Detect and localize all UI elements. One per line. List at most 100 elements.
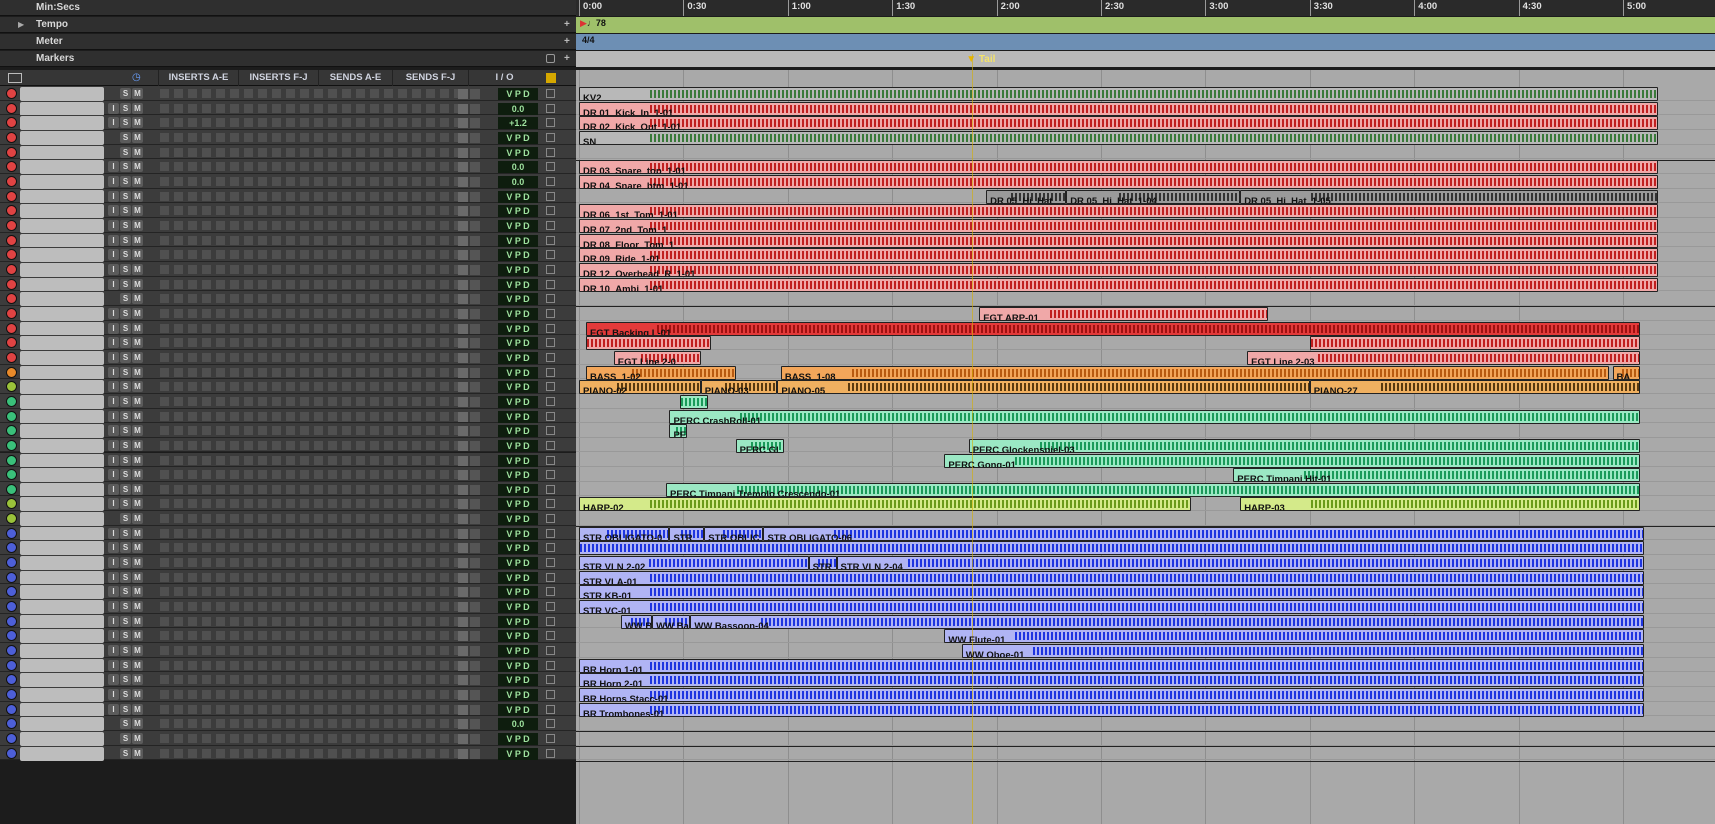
mute-button[interactable]: M xyxy=(132,293,143,305)
track-window-icon[interactable] xyxy=(546,631,555,641)
insert-slot[interactable] xyxy=(398,587,407,597)
insert-slot[interactable] xyxy=(160,470,169,480)
insert-slot[interactable] xyxy=(314,440,323,450)
insert-slot[interactable] xyxy=(230,308,239,318)
mute-button[interactable]: M xyxy=(132,615,143,627)
insert-slot[interactable] xyxy=(314,675,323,685)
input-monitor-button[interactable]: I xyxy=(108,483,119,495)
io-output[interactable] xyxy=(470,514,480,525)
track-name[interactable] xyxy=(20,336,104,351)
insert-slot[interactable] xyxy=(342,734,351,744)
insert-slot[interactable] xyxy=(258,528,267,538)
io-selector[interactable] xyxy=(458,132,468,143)
insert-slot[interactable] xyxy=(426,176,435,186)
insert-slot[interactable] xyxy=(202,279,211,289)
track-row[interactable]: ISMV P D xyxy=(0,305,576,321)
io-selector[interactable] xyxy=(458,660,468,671)
insert-slot[interactable] xyxy=(314,264,323,274)
insert-slot[interactable] xyxy=(384,176,393,186)
insert-slot[interactable] xyxy=(202,572,211,582)
insert-slot[interactable] xyxy=(426,308,435,318)
insert-slot[interactable] xyxy=(188,411,197,421)
insert-slot[interactable] xyxy=(356,499,365,509)
track-record-icon[interactable] xyxy=(6,293,17,305)
insert-slot[interactable] xyxy=(426,89,435,98)
insert-slot[interactable] xyxy=(202,616,211,626)
insert-slot[interactable] xyxy=(188,426,197,436)
insert-slot[interactable] xyxy=(258,235,267,245)
insert-slot[interactable] xyxy=(314,543,323,553)
track-row[interactable]: ISMV P D xyxy=(0,467,576,483)
track-row[interactable]: SMV P D xyxy=(0,129,576,145)
insert-slot[interactable] xyxy=(188,704,197,714)
insert-slot[interactable] xyxy=(160,338,169,348)
insert-slot[interactable] xyxy=(286,690,295,700)
insert-slot[interactable] xyxy=(384,572,393,582)
insert-slot[interactable] xyxy=(412,646,421,656)
insert-slot[interactable] xyxy=(300,308,309,318)
track-lane[interactable] xyxy=(576,716,1715,733)
insert-slot[interactable] xyxy=(370,528,379,538)
insert-slot[interactable] xyxy=(216,675,225,685)
insert-slot[interactable] xyxy=(230,499,239,509)
audio-clip[interactable]: SN xyxy=(579,130,1658,145)
track-name[interactable] xyxy=(20,380,104,395)
track-lane[interactable]: STR VLN 2-02 STR STR VLN 2-04 xyxy=(576,555,1715,571)
insert-slot[interactable] xyxy=(286,323,295,333)
track-window-icon[interactable] xyxy=(546,250,555,260)
track-lane[interactable] xyxy=(576,511,1715,528)
insert-slot[interactable] xyxy=(426,748,435,758)
track-row[interactable]: ISMV P D xyxy=(0,687,576,703)
track-window-icon[interactable] xyxy=(546,338,555,348)
insert-slot[interactable] xyxy=(258,382,267,392)
insert-slot[interactable] xyxy=(244,147,253,157)
insert-slot[interactable] xyxy=(216,543,225,553)
volume-display[interactable]: V P D xyxy=(498,747,538,760)
insert-slot[interactable] xyxy=(258,616,267,626)
insert-slot[interactable] xyxy=(230,748,239,758)
insert-slot[interactable] xyxy=(356,704,365,714)
audio-clip[interactable]: HARP-03 xyxy=(1240,497,1641,512)
track-lane[interactable]: BR Trombones-01 xyxy=(576,702,1715,717)
insert-slot[interactable] xyxy=(356,690,365,700)
insert-slot[interactable] xyxy=(426,220,435,230)
insert-slot[interactable] xyxy=(412,220,421,230)
insert-slot[interactable] xyxy=(398,602,407,612)
track-name[interactable] xyxy=(20,585,104,600)
insert-slot[interactable] xyxy=(160,294,169,304)
insert-slot[interactable] xyxy=(370,440,379,450)
mute-button[interactable]: M xyxy=(132,410,143,422)
insert-slot[interactable] xyxy=(174,220,183,230)
insert-slot[interactable] xyxy=(398,132,407,142)
insert-slot[interactable] xyxy=(272,426,281,436)
insert-slot[interactable] xyxy=(216,191,225,201)
marker-window-icon[interactable] xyxy=(546,54,555,63)
insert-slot[interactable] xyxy=(384,528,393,538)
insert-slot[interactable] xyxy=(188,176,197,186)
insert-slot[interactable] xyxy=(314,558,323,568)
audio-clip[interactable] xyxy=(679,394,708,409)
insert-slot[interactable] xyxy=(230,426,239,436)
track-row[interactable]: ISMV P D xyxy=(0,261,576,277)
track-window-icon[interactable] xyxy=(546,352,555,362)
track-record-icon[interactable] xyxy=(6,718,17,730)
insert-slot[interactable] xyxy=(160,308,169,318)
input-monitor-button[interactable]: I xyxy=(108,190,119,202)
insert-slot[interactable] xyxy=(216,162,225,172)
insert-slot[interactable] xyxy=(398,660,407,670)
insert-slot[interactable] xyxy=(216,440,225,450)
insert-slot[interactable] xyxy=(258,602,267,612)
input-monitor-button[interactable]: I xyxy=(108,645,119,657)
insert-slot[interactable] xyxy=(300,470,309,480)
input-monitor-button[interactable]: I xyxy=(108,117,119,129)
insert-slot[interactable] xyxy=(370,338,379,348)
input-monitor-button[interactable]: I xyxy=(108,630,119,642)
insert-slot[interactable] xyxy=(384,719,393,729)
insert-slot[interactable] xyxy=(370,220,379,230)
insert-slot[interactable] xyxy=(286,118,295,128)
insert-slot[interactable] xyxy=(370,572,379,582)
io-selector[interactable] xyxy=(458,235,468,246)
insert-slot[interactable] xyxy=(314,587,323,597)
insert-slot[interactable] xyxy=(300,220,309,230)
insert-slot[interactable] xyxy=(328,411,337,421)
